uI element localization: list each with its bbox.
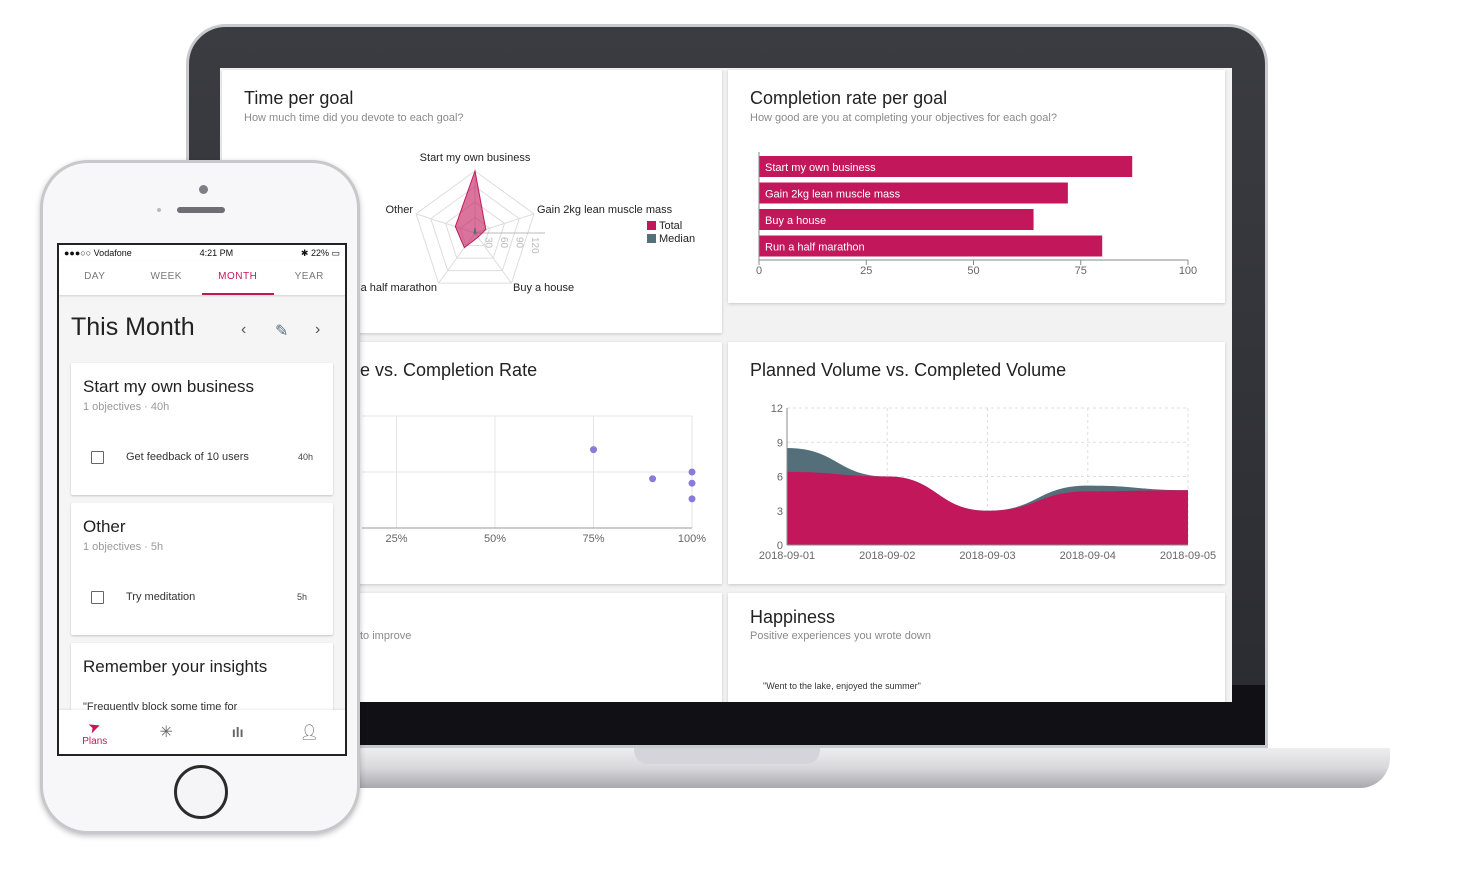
tab-week[interactable]: WEEK	[131, 261, 203, 295]
scatter-point	[649, 475, 657, 483]
bottom-nav: ➤ Plans ✳ ılı 👤︎	[59, 710, 345, 754]
bar-label: Buy a house	[765, 215, 826, 227]
goal-meta: 1 objectives · 40h	[83, 401, 170, 413]
goal-meta: 1 objectives · 5h	[83, 541, 164, 553]
scatter-point	[688, 495, 696, 503]
x-tick-label: 2018-09-05	[1160, 550, 1216, 562]
y-tick-label: 12	[771, 403, 783, 415]
sparkle-icon: ✳	[159, 724, 173, 741]
status-bar: ●●●○○ Vodafone 4:21 PM ✱ 22% ▭	[59, 245, 345, 261]
radar-axis-label: Start my own business	[420, 152, 531, 164]
bar-chart-icon: ılı	[231, 724, 244, 740]
phone-frame: ●●●○○ Vodafone 4:21 PM ✱ 22% ▭ DAY WEEK …	[40, 160, 360, 834]
nav-plans-label: Plans	[82, 735, 108, 747]
x-tick-label: 2018-09-03	[959, 550, 1015, 562]
laptop-notch	[634, 748, 820, 764]
radar-tick-label: 90	[514, 237, 525, 249]
laptop-screen: Time per goal How much time did you devo…	[220, 68, 1232, 702]
x-tick-label: 75%	[582, 533, 604, 545]
objective-hours: 40h	[297, 452, 313, 462]
legend-swatch	[647, 221, 656, 230]
volume-card: Planned Volume vs. Completed Volume 0369…	[728, 342, 1225, 584]
bar-label: Start my own business	[765, 162, 876, 174]
radar-tick-label: 60	[498, 237, 509, 249]
scatter-point	[688, 479, 696, 487]
card-subtitle: to improve	[360, 630, 412, 642]
legend-swatch	[647, 234, 656, 243]
clock: 4:21 PM	[199, 248, 234, 258]
goal-title: Other	[83, 517, 126, 536]
bar-chart: Start my own business Gain 2kg lean muscl…	[756, 152, 1197, 277]
x-tick-label: 100%	[678, 533, 706, 545]
tab-month[interactable]: MONTH	[202, 261, 274, 295]
x-tick-label: 2018-09-01	[759, 550, 815, 562]
goal-card[interactable]: Start my own business 1 objectives · 40h…	[71, 363, 333, 495]
battery-indicator: ✱ 22% ▭	[300, 247, 340, 258]
nav-plans[interactable]: ➤ Plans	[59, 710, 131, 754]
navigation-arrow-icon: ➤	[86, 716, 104, 738]
happiness-entry: "Went to the lake, enjoyed the summer"	[763, 681, 921, 691]
nav-profile[interactable]: 👤︎	[274, 710, 346, 754]
x-tick-label: 75	[1075, 265, 1087, 277]
home-button[interactable]	[174, 765, 228, 819]
y-tick-label: 3	[777, 506, 783, 518]
objective-hours: 5h	[296, 592, 307, 602]
objective-checkbox[interactable]	[91, 451, 104, 464]
x-tick-label: 25	[860, 265, 872, 277]
objective-label: Try meditation	[126, 591, 196, 603]
phone-screen: ●●●○○ Vodafone 4:21 PM ✱ 22% ▭ DAY WEEK …	[57, 243, 347, 756]
radar-series-median	[473, 227, 477, 235]
y-tick-label: 6	[777, 472, 783, 484]
x-tick-label: 50	[967, 265, 979, 277]
radar-axis-label: Gain 2kg lean muscle mass	[537, 204, 673, 216]
bar-label: Run a half marathon	[765, 242, 865, 254]
carrier-label: ●●●○○ Vodafone	[64, 248, 132, 258]
chevron-right-icon[interactable]: ›	[315, 321, 320, 339]
edit-pencil-icon[interactable]: ✎	[275, 321, 288, 341]
happiness-card: Happiness Positive experiences you wrote…	[728, 593, 1225, 702]
chevron-left-icon[interactable]: ‹	[241, 321, 246, 339]
bar-label: Gain 2kg lean muscle mass	[765, 189, 901, 201]
page-title: This Month	[71, 313, 195, 341]
phone-camera	[199, 185, 208, 194]
x-tick-label: 2018-09-02	[859, 550, 915, 562]
nav-focus[interactable]: ✳	[131, 710, 203, 754]
objective-label: Get feedback of 10 users	[126, 451, 249, 463]
x-tick-label: 2018-09-04	[1060, 550, 1116, 562]
y-tick-label: 9	[777, 437, 783, 449]
x-tick-label: 0	[756, 265, 762, 277]
completion-rate-card: Completion rate per goal How good are yo…	[728, 70, 1225, 303]
radar-axis-label: Other	[385, 204, 413, 216]
objective-checkbox[interactable]	[91, 591, 104, 604]
month-header: This Month ‹ ✎ ›	[59, 295, 345, 359]
radar-axis-label: Buy a house	[513, 282, 574, 294]
insights-title: Remember your insights	[83, 657, 268, 676]
area-chart: 0369122018-09-01 2018-09-02 2018-09-03 2018…	[759, 403, 1216, 562]
goal-card[interactable]: Other 1 objectives · 5h Try meditation 5…	[71, 503, 333, 635]
period-tabs: DAY WEEK MONTH YEAR	[59, 261, 345, 295]
person-icon: 👤︎	[299, 724, 319, 741]
laptop-base	[300, 748, 1390, 788]
goal-title: Start my own business	[83, 377, 255, 396]
card-subtitle: Positive experiences you wrote down	[750, 630, 931, 642]
x-tick-label: 25%	[385, 533, 407, 545]
radar-tick-label: 30	[483, 237, 494, 249]
radar-tick-label: 120	[529, 237, 540, 254]
x-tick-label: 50%	[484, 533, 506, 545]
scatter-point	[590, 446, 597, 454]
nav-insights[interactable]: ılı	[202, 710, 274, 754]
x-tick-label: 100	[1179, 265, 1197, 277]
phone-sensor	[157, 208, 161, 212]
scatter-point	[688, 468, 696, 476]
legend-label: Median	[659, 233, 695, 245]
phone-speaker	[177, 207, 225, 213]
tab-day[interactable]: DAY	[59, 261, 131, 295]
tab-year[interactable]: YEAR	[274, 261, 346, 295]
legend-label: Total	[659, 220, 682, 232]
card-title: Happiness	[750, 607, 836, 627]
